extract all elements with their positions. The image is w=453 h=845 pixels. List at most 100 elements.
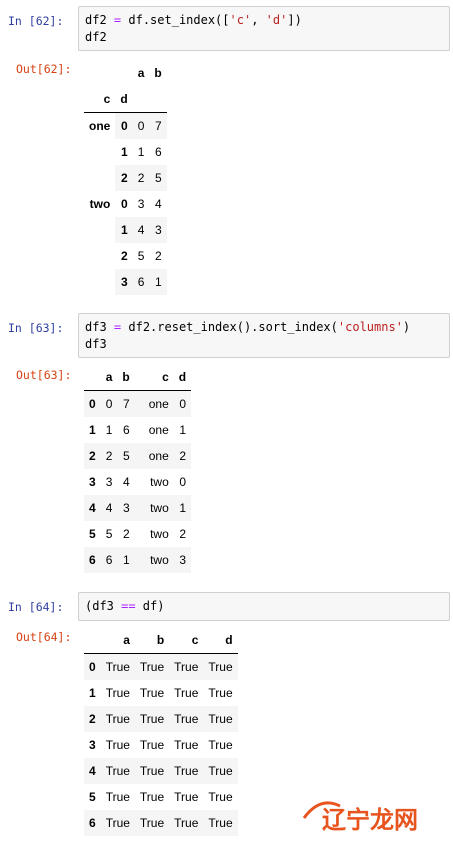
table-cell: 2 xyxy=(179,449,187,463)
output-prompt-63: Out[63]: xyxy=(16,368,72,382)
column-header: a xyxy=(100,364,118,391)
table-body: one 0 0 7 1 1 6 2 2 5 two 0 3 4 1 4 3 2 5 2 3 6 1 xyxy=(84,112,167,295)
table-row: 6 6 1 two 3 xyxy=(84,547,192,573)
row-index: 5 xyxy=(89,790,96,804)
table-row: 0 True True True True xyxy=(84,653,238,680)
column-header: a xyxy=(137,66,145,80)
column-header: c xyxy=(169,627,204,654)
table-cell: one xyxy=(148,397,169,411)
table-cell: 6 xyxy=(123,423,130,437)
table-cell: 3 xyxy=(137,197,145,211)
table-row: 4 True True True True xyxy=(84,758,238,784)
table-cell: True xyxy=(174,686,199,700)
table-cell: True xyxy=(105,660,130,674)
table-row: 143 xyxy=(84,217,167,243)
row-index-c: one xyxy=(84,112,116,139)
column-header-blank xyxy=(84,627,101,654)
table-cell: 2 xyxy=(155,249,162,263)
table-row: 3 3 4 two 0 xyxy=(84,469,191,495)
index-name-header: d xyxy=(115,86,133,113)
row-index: 0 xyxy=(89,397,96,411)
table-cell: 1 xyxy=(155,275,162,289)
column-header: b xyxy=(154,66,162,80)
column-header: b xyxy=(117,364,135,391)
table-cell: 3 xyxy=(179,553,187,567)
table-row: 1 True True True True xyxy=(84,680,238,706)
column-header-blank xyxy=(115,60,132,86)
table-cell: 2 xyxy=(179,527,187,541)
column-header-blank xyxy=(84,364,101,391)
index-name-header: c xyxy=(84,86,116,113)
table-cell: 5 xyxy=(123,449,130,463)
table-cell: 1 xyxy=(105,423,113,437)
table-body: 0 0 7 one 0 1 1 6 one 1 2 2 5 one 2 3 3 4 two 0 4 4 3 two 1 5 5 2 tw… xyxy=(84,390,192,573)
table-cell: True xyxy=(174,660,199,674)
table-cell: 0 xyxy=(137,119,145,133)
table-cell: 1 xyxy=(179,501,187,515)
table-cell: True xyxy=(105,738,130,752)
output-prompt-64: Out[64]: xyxy=(16,630,72,644)
table-cell: True xyxy=(208,764,233,778)
table-cell: True xyxy=(139,686,165,700)
input-prompt-64: In [64]: xyxy=(8,600,64,614)
table-cell: True xyxy=(208,686,233,700)
table-cell: 5 xyxy=(105,527,113,541)
table-cell: 4 xyxy=(105,501,113,515)
table-cell: True xyxy=(208,790,233,804)
code-input-cell-64[interactable]: (df3 == df) xyxy=(78,592,450,621)
code-line: df3 = df2.reset_index().sort_index('colu… xyxy=(85,320,411,334)
column-header: b xyxy=(134,627,170,654)
table-row: 5 5 2 two 2 xyxy=(84,521,191,547)
column-header: d xyxy=(173,364,192,391)
table-cell: 3 xyxy=(155,223,162,237)
row-index-d: 3 xyxy=(121,275,128,289)
row-index: 3 xyxy=(89,738,96,752)
table-cell: True xyxy=(105,816,130,830)
table-cell: 7 xyxy=(155,119,162,133)
table-row: 3 True True True True xyxy=(84,732,238,758)
row-index-d: 0 xyxy=(121,197,128,211)
row-index-c xyxy=(84,243,116,269)
table-row: 6 True True True True xyxy=(84,810,238,836)
table-cell: 4 xyxy=(137,223,145,237)
table-cell: 5 xyxy=(137,249,145,263)
row-index-c xyxy=(84,139,116,165)
table-row: 225 xyxy=(84,165,167,191)
table-cell: True xyxy=(139,790,165,804)
table-cell: 4 xyxy=(155,197,162,211)
row-index: 3 xyxy=(89,475,96,489)
input-prompt-63: In [63]: xyxy=(8,321,64,335)
table-cell: 6 xyxy=(105,553,113,567)
row-index-d: 2 xyxy=(121,249,128,263)
table-cell: True xyxy=(208,816,233,830)
row-index-d: 2 xyxy=(121,171,128,185)
table-body: 0 True True True True 1 True True True True 2 True T… xyxy=(84,653,238,836)
table-cell: 1 xyxy=(179,423,187,437)
table-row: one 0 0 7 xyxy=(84,112,167,139)
table-cell: 0 xyxy=(179,397,187,411)
table-cell: True xyxy=(208,660,233,674)
column-header-blank xyxy=(84,60,115,86)
input-prompt-62: In [62]: xyxy=(8,14,64,28)
table-cell: two xyxy=(150,553,169,567)
table-cell: 5 xyxy=(155,171,162,185)
table-cell: True xyxy=(208,712,233,726)
table-row: 361 xyxy=(84,269,167,295)
table-cell: one xyxy=(148,423,169,437)
table-cell: two xyxy=(150,501,169,515)
code-input-cell-63[interactable]: df3 = df2.reset_index().sort_index('colu… xyxy=(78,313,450,358)
output-prompt-62: Out[62]: xyxy=(16,62,72,76)
row-index: 2 xyxy=(89,449,96,463)
dataframe-df2: a b c d one 0 0 7 1 1 6 2 2 5 two 0 3 4 1 4 3 2 5 2 3 6 1 xyxy=(84,60,167,295)
row-index: 6 xyxy=(89,816,96,830)
table-cell: True xyxy=(174,738,199,752)
dataframe-df3: a b c d 0 0 7 one 0 1 1 6 one 1 2 2 5 one 2 3 3 4 two 0 4 4 3 t… xyxy=(84,364,192,573)
column-header: d xyxy=(203,627,238,654)
row-index: 6 xyxy=(89,553,96,567)
table-cell: True xyxy=(174,712,199,726)
code-input-cell-62[interactable]: df2 = df.set_index(['c', 'd']) df2 xyxy=(78,6,450,51)
table-cell: 6 xyxy=(155,145,162,159)
table-cell: 0 xyxy=(105,397,113,411)
table-cell: 1 xyxy=(137,145,145,159)
table-cell: True xyxy=(174,790,199,804)
